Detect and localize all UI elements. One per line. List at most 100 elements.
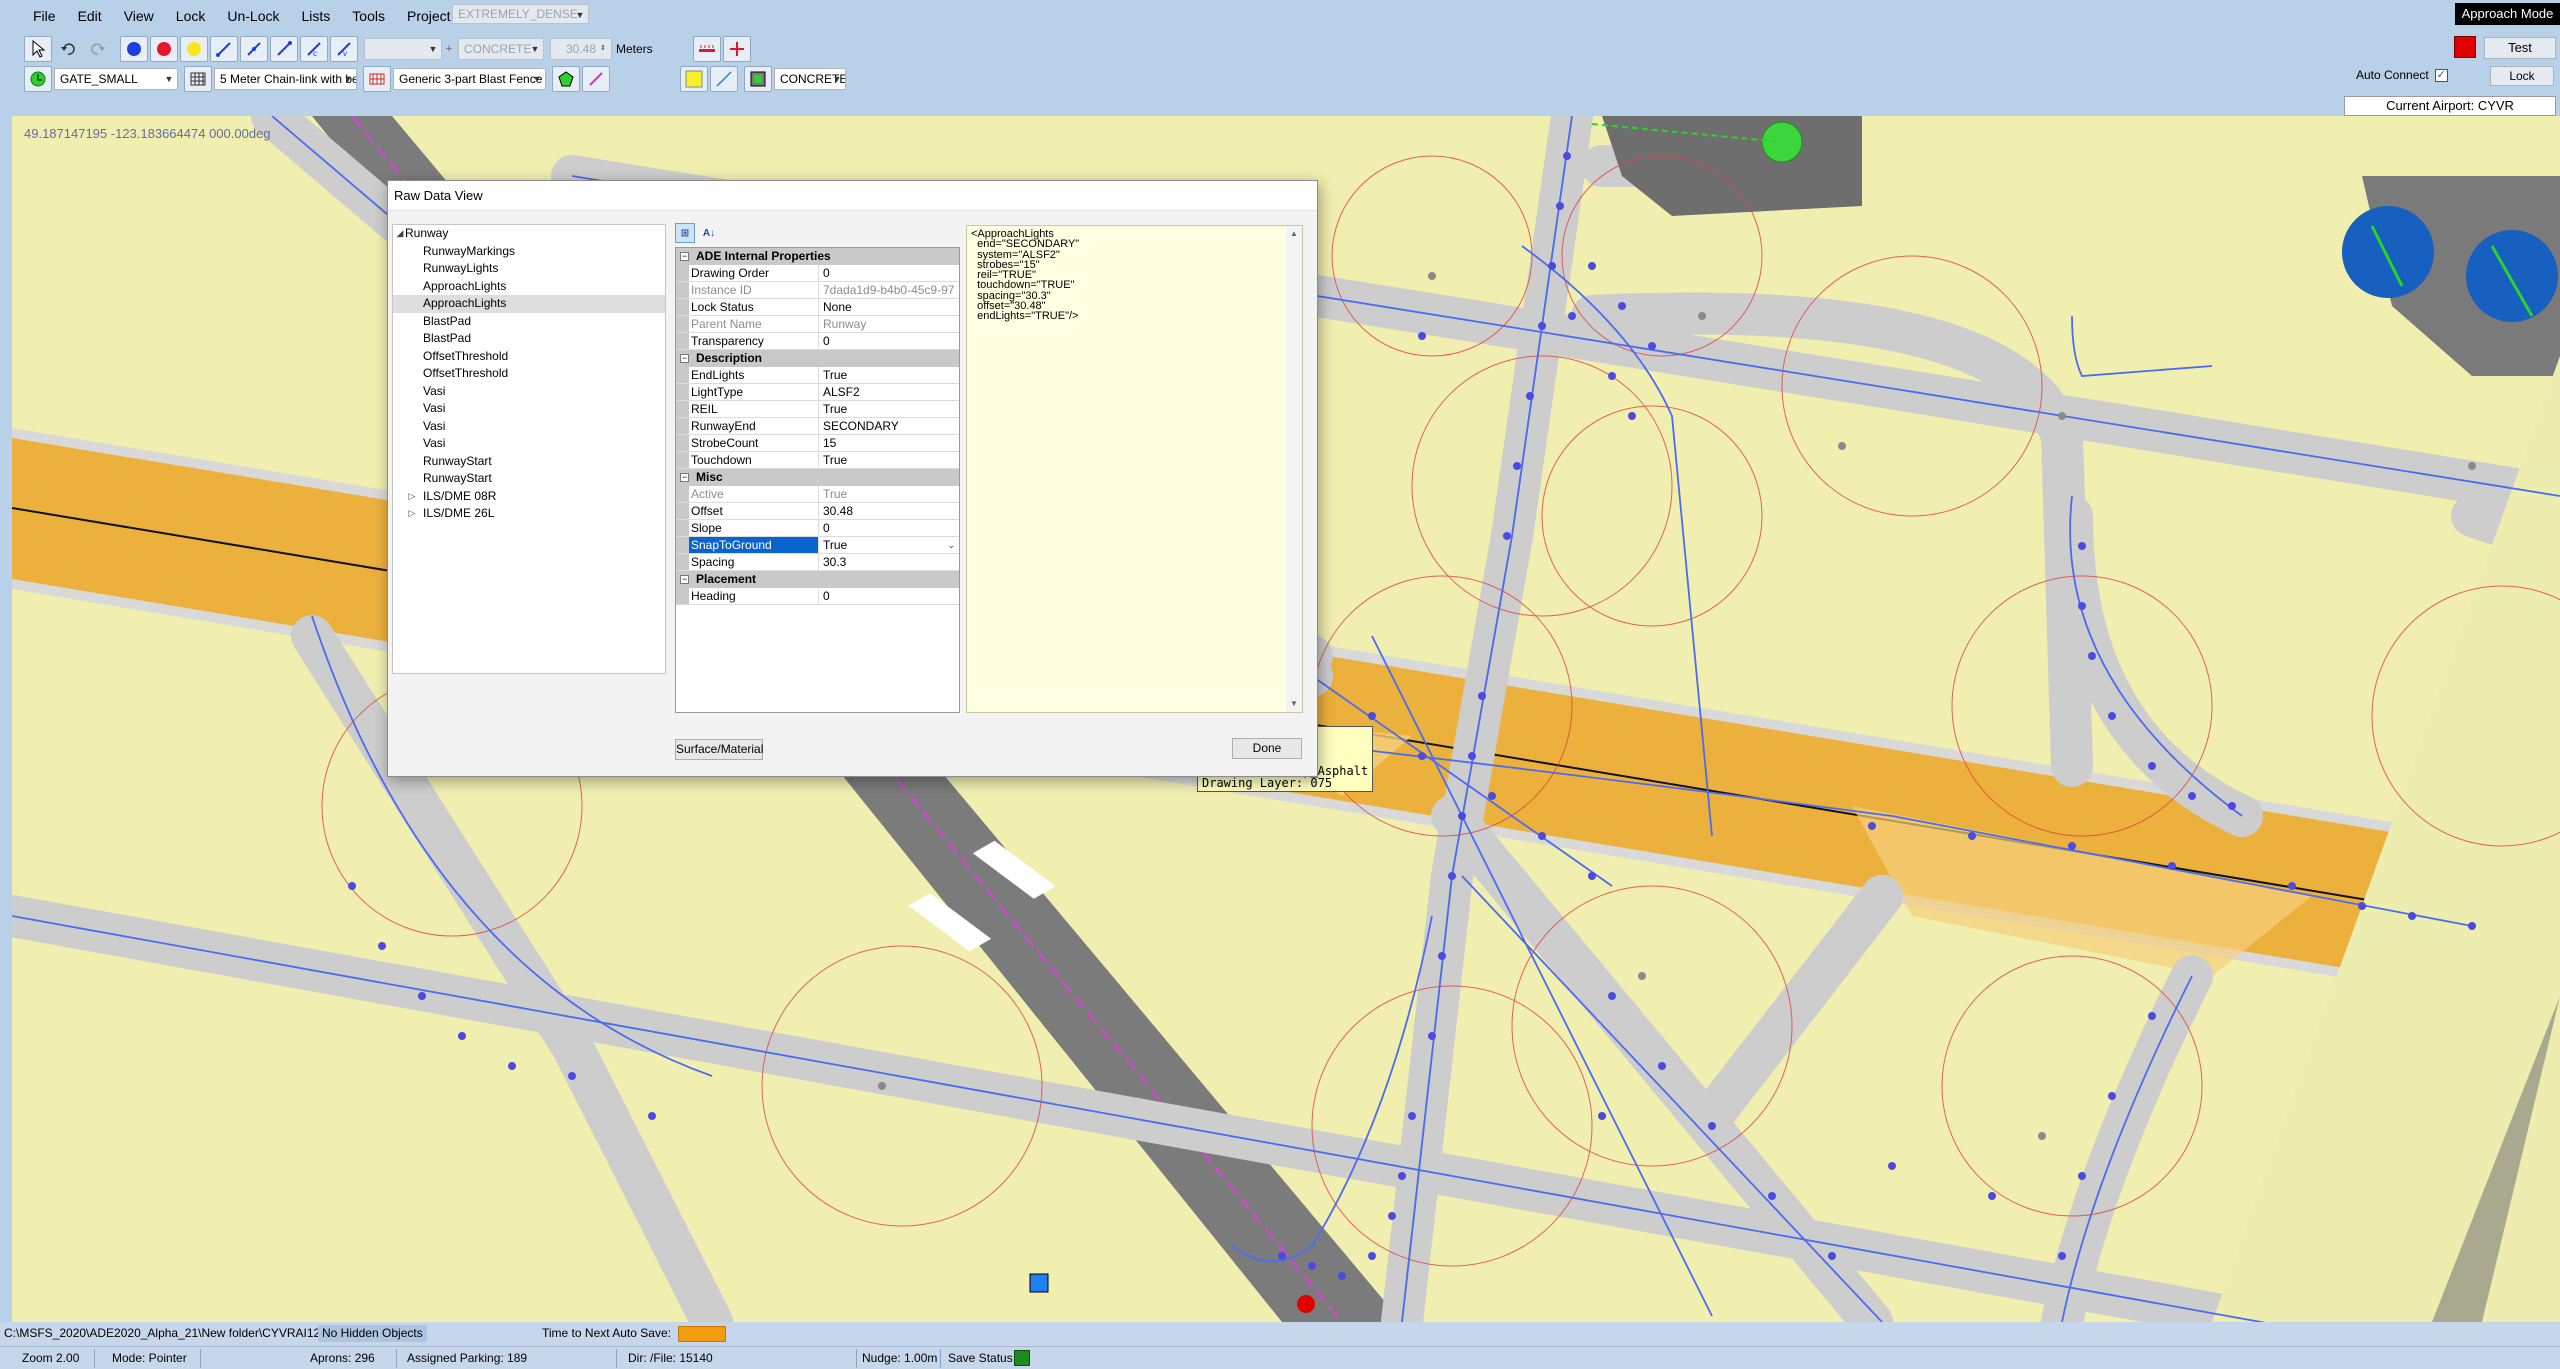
property-row[interactable]: Touchdown True [676,452,959,469]
property-row[interactable]: RunwayEnd SECONDARY [676,418,959,435]
line-style-select[interactable]: ▼ [364,38,442,60]
property-value[interactable]: 30.3 [819,554,959,570]
object-tree[interactable]: ◢ Runway RunwayMarkings RunwayLights Approac… [392,224,666,674]
undo-button[interactable] [54,36,82,62]
menu-lists[interactable]: Lists [291,4,342,28]
gate-tool-button[interactable] [24,66,52,92]
gate-type-select[interactable]: GATE_SMALL ▼ [54,68,178,90]
menu-file[interactable]: File [22,4,67,28]
property-grid[interactable]: − ADE Internal Properties Drawing Order 0 In… [675,247,960,713]
expand-icon[interactable]: ▷ [407,488,417,506]
property-row[interactable]: Parent Name Runway [676,316,959,333]
property-value[interactable]: True [819,452,959,468]
property-value[interactable]: 0 [819,588,959,604]
yellow-node-button[interactable] [180,36,208,62]
blue-node-button[interactable] [120,36,148,62]
surface-material-button[interactable]: Surface/Material [675,739,763,760]
property-row[interactable]: REIL True [676,401,959,418]
fence-tool-button[interactable] [184,66,212,92]
tree-item[interactable]: BlastPad [393,313,665,331]
property-value[interactable]: ALSF2 [819,384,959,400]
tree-item[interactable]: RunwayStart [393,470,665,488]
pointer-tool-button[interactable] [24,36,52,62]
property-row[interactable]: Instance ID 7dada1d9-b4b0-45c9-97 [676,282,959,299]
menu-un-lock[interactable]: Un-Lock [216,4,290,28]
categorized-sort-button[interactable]: ⊞ [675,223,695,243]
lock-button[interactable]: Lock [2490,66,2554,86]
property-value[interactable]: SECONDARY [819,418,959,434]
property-category[interactable]: − Description [676,350,959,367]
property-value[interactable]: True ⌄ [819,537,959,553]
tree-item[interactable]: BlastPad [393,330,665,348]
property-row[interactable]: Offset 30.48 [676,503,959,520]
tree-item[interactable]: ◢ Runway [393,225,665,243]
apron-edge-button[interactable] [710,66,738,92]
scroll-down-icon[interactable]: ▼ [1286,696,1302,712]
property-category[interactable]: − Misc [676,469,959,486]
property-value[interactable]: 0 [819,265,959,281]
tree-item[interactable]: RunwayLights [393,260,665,278]
alphabetical-sort-button[interactable]: A↓ [699,223,719,243]
auto-connect-checkbox[interactable]: ✓ [2434,68,2448,82]
tree-item[interactable]: Vasi [393,418,665,436]
property-value[interactable]: 30.48 [819,503,959,519]
scroll-up-icon[interactable]: ▲ [1286,226,1302,242]
collapse-icon[interactable]: − [680,354,689,363]
property-category[interactable]: − ADE Internal Properties [676,248,959,265]
tree-item[interactable]: OffsetThreshold [393,348,665,366]
line-pen-tool-button[interactable] [582,66,610,92]
collapse-icon[interactable]: − [680,473,689,482]
property-value[interactable]: None [819,299,959,315]
done-button[interactable]: Done [1232,738,1302,759]
runway-tool-button[interactable] [692,36,721,62]
redo-button[interactable] [84,36,112,62]
collapse-icon[interactable]: − [680,252,689,261]
menu-lock[interactable]: Lock [165,4,217,28]
blast-fence-type-select[interactable]: Generic 3-part Blast Fence ▼ [393,68,546,90]
property-value[interactable]: True [819,367,959,383]
property-category[interactable]: − Placement [676,571,959,588]
property-row[interactable]: Transparency 0 [676,333,959,350]
property-row[interactable]: Spacing 30.3 [676,554,959,571]
blast-fence-tool-button[interactable] [363,66,391,92]
taxi-line-tool-4[interactable]: c [300,36,328,62]
tree-item[interactable]: ▷ ILS/DME 26L [393,505,665,523]
add-line-style-button[interactable]: + [442,36,456,62]
tree-item[interactable]: Vasi [393,400,665,418]
property-row[interactable]: SnapToGround True ⌄ [676,537,959,554]
red-node-button[interactable] [150,36,178,62]
menu-view[interactable]: View [113,4,165,28]
width-stepper[interactable]: 30.48 ⇕ [550,38,612,60]
property-value[interactable]: True [819,401,959,417]
property-row[interactable]: EndLights True [676,367,959,384]
property-row[interactable]: Drawing Order 0 [676,265,959,282]
property-row[interactable]: StrobeCount 15 [676,435,959,452]
crosshair-tool-button[interactable] [722,36,751,62]
taxi-line-tool-1[interactable] [210,36,238,62]
tree-item[interactable]: ApproachLights [393,295,665,313]
property-value[interactable]: 15 [819,435,959,451]
taxi-line-tool-3[interactable] [270,36,298,62]
tree-item[interactable]: RunwayStart [393,453,665,471]
property-row[interactable]: Heading 0 [676,588,959,605]
menu-tools[interactable]: Tools [341,4,396,28]
collapse-icon[interactable]: ◢ [395,225,405,243]
density-select[interactable]: EXTREMELY_DENSE ▼ [452,4,589,24]
dropdown-arrow-icon[interactable]: ⌄ [947,537,955,553]
property-value[interactable]: 0 [819,520,959,536]
xml-scrollbar[interactable]: ▲ ▼ [1286,226,1302,712]
menu-edit[interactable]: Edit [67,4,113,28]
apron-tool-button[interactable] [744,66,772,92]
apron-surface-select[interactable]: CONCRETE ▼ [774,68,846,90]
property-value[interactable]: 0 [819,333,959,349]
tree-item[interactable]: RunwayMarkings [393,243,665,261]
property-row[interactable]: Slope 0 [676,520,959,537]
property-row[interactable]: LightType ALSF2 [676,384,959,401]
tree-item[interactable]: OffsetThreshold [393,365,665,383]
auto-connect-toggle[interactable]: Auto Connect ✓ [2356,68,2448,82]
expand-icon[interactable]: ▷ [407,505,417,523]
test-button[interactable]: Test [2484,37,2556,59]
polygon-tool-button[interactable] [552,66,580,92]
apron-fill-button[interactable] [680,66,708,92]
selection-handle[interactable] [1029,1273,1049,1293]
